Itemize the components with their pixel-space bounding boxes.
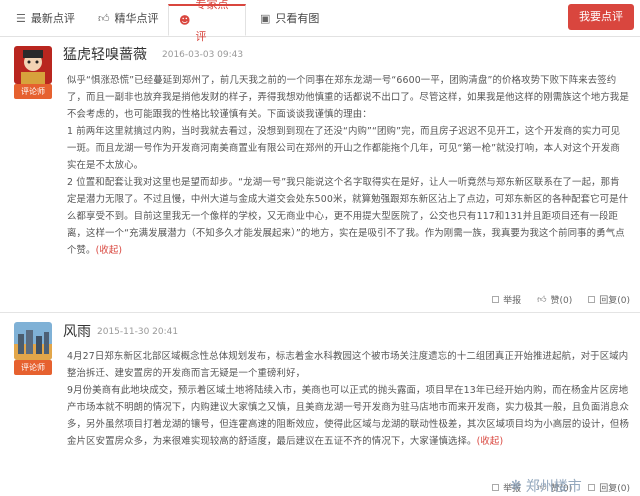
review-date: 2015-11-30 20:41: [97, 327, 179, 337]
reviewer-name[interactable]: 风雨: [63, 321, 91, 341]
image-icon: ▣: [260, 12, 271, 25]
tab-featured-label: 精华点评: [114, 12, 159, 25]
review-paragraph: 似乎“惧涨恐慌”已经蔓延到郑州了，前几天我之前的一个同事在郑东龙湖一号“6600…: [67, 75, 629, 120]
avatar[interactable]: [14, 46, 52, 84]
tab-with-images[interactable]: ▣ 只看有图: [260, 6, 319, 32]
reply-link[interactable]: 回复(0): [588, 481, 630, 494]
reviewer-badge: 评论师: [14, 84, 52, 99]
review-body: 似乎“惧涨恐慌”已经蔓延到郑州了，前几天我之前的一个同事在郑东龙湖一号“6600…: [67, 72, 629, 259]
user-icon: ☻: [179, 13, 191, 27]
thumbs-up-icon: 👍︎: [537, 294, 547, 305]
review-paragraph: 2 位置和配套让我对这里也是望而却步。“龙湖一号”我只能说这个名字取得实在是好，…: [67, 177, 629, 256]
tab-featured[interactable]: 👍︎ 精华点评: [98, 6, 159, 32]
like-link[interactable]: 👍︎ 赞(0): [537, 293, 573, 307]
reviewer-name[interactable]: 猛虎轻嗅蔷薇: [63, 44, 147, 64]
report-icon: [492, 296, 500, 303]
avatar[interactable]: [14, 322, 52, 360]
reply-link[interactable]: 回复(0): [588, 293, 630, 306]
tab-expert-label: 专家点评: [195, 0, 229, 43]
collapse-link[interactable]: (收起): [477, 436, 504, 447]
review-actions: 举报 👍︎ 赞(0) 回复(0): [492, 293, 630, 306]
review-paragraph: 1 前两年这里就搞过内购，当时我就去看过，没想到到现在了还没“内购”“团购”完，…: [67, 126, 621, 171]
wechat-icon: ❋: [510, 478, 522, 494]
reply-label: 回复(0): [599, 484, 630, 494]
report-link[interactable]: 举报: [492, 293, 521, 306]
tab-with-images-label: 只看有图: [275, 12, 320, 25]
divider: [0, 312, 640, 313]
review-paragraph: 9月份美商有此地块成交，预示着区域土地将陆续入市，美商也可以正式的抛头露面，项目…: [67, 385, 629, 447]
watermark: ❋ 郑州楼市: [510, 476, 582, 496]
tab-bar: ☰ 最新点评 👍︎ 精华点评 ☻ 专家点评 ▣ 只看有图 我要点评: [0, 0, 640, 43]
thumbs-up-icon: 👍︎: [98, 12, 110, 25]
report-label: 举报: [503, 296, 522, 306]
collapse-link[interactable]: (收起): [96, 245, 123, 256]
tab-latest[interactable]: ☰ 最新点评: [16, 6, 75, 32]
review-body: 4月27日郑东新区北部区域概念性总体规划发布，标志着金水科教园这个被市场关注度遗…: [67, 348, 629, 450]
tab-expert[interactable]: ☻ 专家点评: [168, 0, 246, 43]
write-review-button[interactable]: 我要点评: [568, 4, 634, 30]
like-label: 赞(0): [550, 296, 573, 306]
watermark-text: 郑州楼市: [525, 479, 582, 495]
review-paragraph: 4月27日郑东新区北部区域概念性总体规划发布，标志着金水科教园这个被市场关注度遗…: [67, 351, 629, 379]
tab-latest-label: 最新点评: [30, 12, 75, 25]
reply-label: 回复(0): [599, 296, 630, 306]
reply-icon: [588, 296, 596, 303]
reviewer-badge: 评论师: [14, 360, 52, 375]
list-icon: ☰: [16, 12, 26, 25]
reply-icon: [588, 484, 596, 491]
report-icon: [492, 484, 500, 491]
review-date: 2016-03-03 09:43: [162, 50, 244, 60]
